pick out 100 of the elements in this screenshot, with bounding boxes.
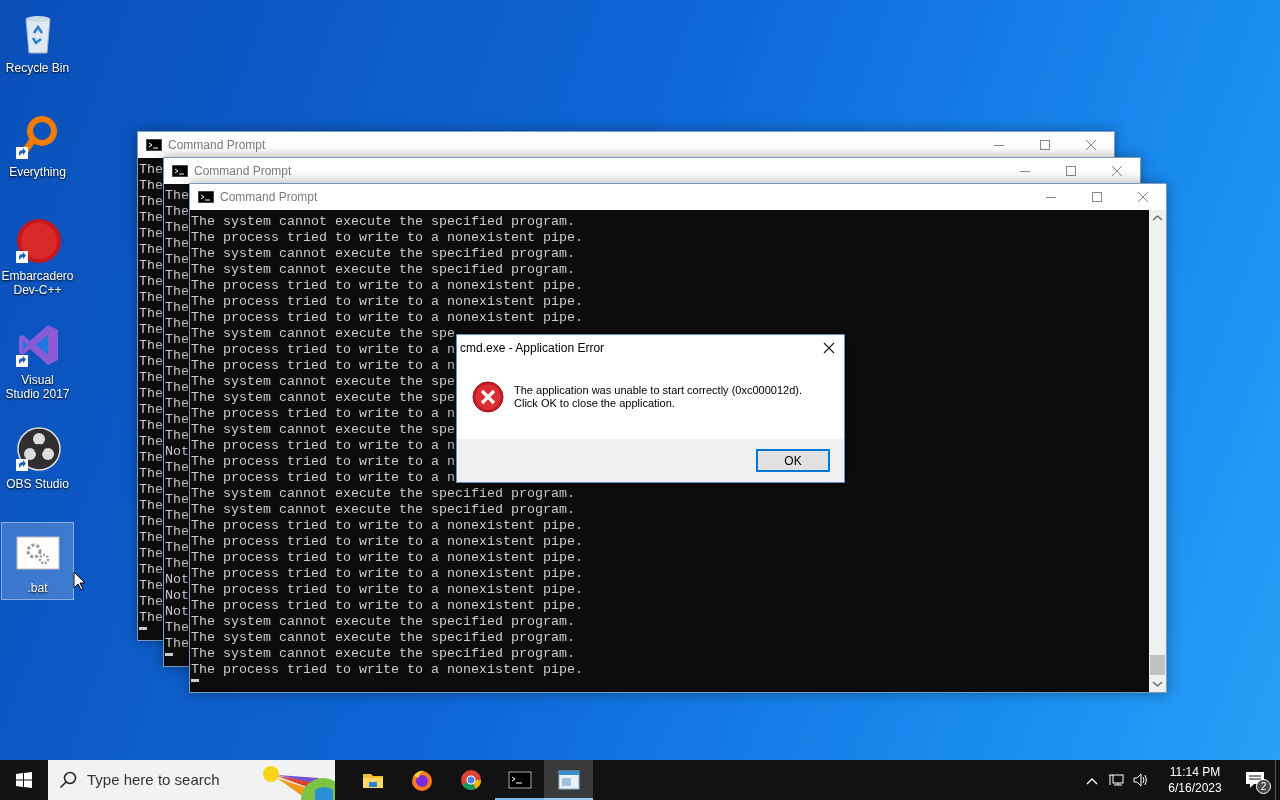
desktop-icon-label[interactable]: Everything <box>7 165 68 179</box>
console-line: The <box>139 530 163 546</box>
console-line: The process tried to write to a n <box>191 342 455 358</box>
console-line: The <box>165 428 189 444</box>
console-line: The <box>165 556 189 572</box>
console-line: The system cannot execute the spe <box>191 422 455 438</box>
console-line: The <box>165 316 189 332</box>
console-line: The <box>139 450 163 466</box>
console-line: The process tried to write to a n <box>191 406 455 422</box>
console-line: The <box>165 364 189 380</box>
console-line: The <box>165 620 189 636</box>
console-line: The process tried to write to a nonexistent pipe. <box>191 518 583 534</box>
notifications-button[interactable]: 2 <box>1235 760 1275 800</box>
minimize-icon <box>1020 170 1030 172</box>
console-line: The process tried to write to a n <box>191 358 455 374</box>
text-cursor <box>191 679 199 682</box>
console-line: The <box>139 354 163 370</box>
console-line: The <box>165 540 189 556</box>
console-line: The <box>139 194 163 210</box>
console-line: The <box>139 434 163 450</box>
console-icon <box>198 191 214 203</box>
notification-count: 2 <box>1256 779 1271 794</box>
console-line: The <box>139 226 163 242</box>
console-line: The <box>165 332 189 348</box>
console-line: The system cannot execute the specified program. <box>191 262 575 278</box>
error-icon <box>472 381 504 413</box>
chrome-icon <box>458 768 483 792</box>
close-icon <box>1138 192 1148 202</box>
app-window-icon <box>556 768 581 792</box>
error-message: The application was unable to start correctly (0xc000012d). <box>514 384 802 397</box>
console-line: The <box>139 514 163 530</box>
console-line: The <box>139 466 163 482</box>
console-line: The <box>139 370 163 386</box>
console-line: The process tried to write to a n <box>191 470 455 486</box>
window-title: Command Prompt <box>168 137 266 154</box>
console-line: The <box>165 396 189 412</box>
console-icon <box>146 139 162 151</box>
minimize-icon <box>1046 196 1056 198</box>
desktop-shortcut[interactable]: .bat <box>1 522 74 600</box>
desktop-icon-label[interactable]: Visual Studio 2017 <box>2 373 73 401</box>
maximize-icon <box>1092 192 1102 202</box>
desktop-icon-label[interactable]: OBS Studio <box>4 477 71 491</box>
windows-logo-icon <box>16 772 32 788</box>
console-line: The process tried to write to a nonexistent pipe. <box>191 582 583 598</box>
console-line: The system cannot execute the specified program. <box>191 502 575 518</box>
maximize-icon <box>1066 166 1076 176</box>
console-line: Not <box>165 444 189 460</box>
console-line: The <box>139 482 163 498</box>
console-line: The <box>165 188 189 204</box>
clock[interactable]: 11:14 PM 6/16/2023 <box>1155 760 1235 800</box>
console-line: The <box>165 236 189 252</box>
console-line: The <box>139 562 163 578</box>
console-line: The process tried to write to a nonexistent pipe. <box>191 278 583 294</box>
desktop-icon-label[interactable]: Embarcadero Dev-C++ <box>0 269 76 297</box>
console-line: The system cannot execute the specified program. <box>191 486 575 502</box>
search-icon <box>59 771 77 789</box>
firefox-icon <box>409 768 434 792</box>
console-line: The <box>165 348 189 364</box>
console-line: The system cannot execute the specified program. <box>191 246 575 262</box>
console-line: The <box>165 636 189 652</box>
error-message: Click OK to close the application. <box>514 397 676 410</box>
ok-button[interactable]: OK <box>756 449 830 472</box>
console-line: The <box>165 460 189 476</box>
console-line: The process tried to write to a nonexistent pipe. <box>191 566 583 582</box>
console-line: The <box>139 290 163 306</box>
console-line: The <box>165 252 189 268</box>
scroll-thumb[interactable] <box>1150 655 1165 675</box>
console-line: The <box>139 242 163 258</box>
console-line: The <box>139 386 163 402</box>
taskbar-app-button[interactable] <box>544 760 593 800</box>
console-icon <box>507 768 532 792</box>
console-line: The <box>165 204 189 220</box>
console-line: The <box>139 546 163 562</box>
console-line: The <box>139 258 163 274</box>
console-line: The <box>165 476 189 492</box>
close-icon <box>1112 166 1122 176</box>
console-line: The <box>139 498 163 514</box>
console-line: The process tried to write to a nonexistent pipe. <box>191 598 583 614</box>
console-line: The process tried to write to a nonexistent pipe. <box>191 550 583 566</box>
scrollbar[interactable] <box>1149 210 1166 692</box>
console-line: The system cannot execute the specified program. <box>191 630 575 646</box>
console-line: The <box>165 284 189 300</box>
mouse-pointer-icon <box>73 571 86 591</box>
desktop-icon-label[interactable]: Recycle Bin <box>3 61 72 75</box>
window-title: Command Prompt <box>220 189 318 206</box>
console-line: The <box>139 322 163 338</box>
console-line: The <box>139 402 163 418</box>
console-line: The system cannot execute the specified program. <box>191 646 575 662</box>
search-box[interactable]: Type here to search <box>48 760 335 800</box>
console-line: The <box>139 578 163 594</box>
console-icon <box>172 165 188 177</box>
console-line: The <box>139 274 163 290</box>
network-icon <box>1108 772 1124 788</box>
console-line: The <box>139 178 163 194</box>
console-line: The <box>139 594 163 610</box>
text-cursor <box>165 653 173 656</box>
console-line: The system cannot execute the specified program. <box>191 614 575 630</box>
console-line: The <box>165 220 189 236</box>
search-field[interactable]: Type here to search <box>87 768 247 792</box>
maximize-icon <box>1040 140 1050 150</box>
